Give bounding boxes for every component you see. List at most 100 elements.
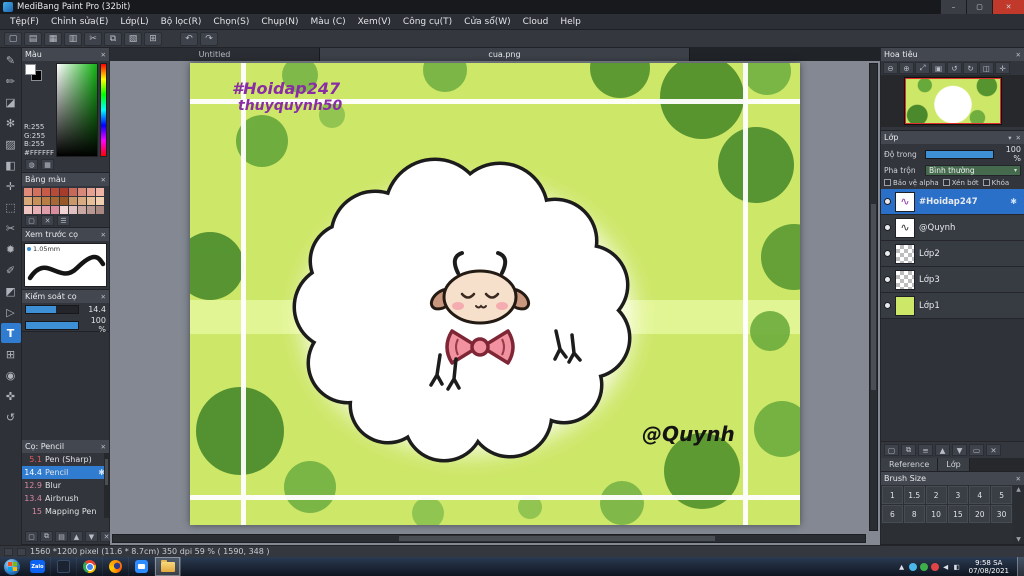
color-swatch[interactable]	[24, 206, 32, 214]
color-swatch[interactable]	[96, 188, 104, 196]
show-hidden-icons-button[interactable]: ▲	[898, 563, 906, 571]
brush-size-cell[interactable]: 6	[882, 505, 903, 523]
zoom-fit-icon[interactable]: ⤢	[915, 62, 930, 74]
vertical-scrollbar[interactable]	[869, 63, 878, 531]
brush-row[interactable]: 5.1 Pen (Sharp)	[22, 453, 109, 466]
clear-layer-button[interactable]: ▭	[969, 444, 984, 456]
color-swatch[interactable]	[33, 197, 41, 205]
pencil-tool[interactable]: ✏	[1, 71, 21, 91]
color-swatch[interactable]	[96, 206, 104, 214]
eyedropper-tool[interactable]: ◉	[1, 365, 21, 385]
divide-tool[interactable]: ⊞	[1, 344, 21, 364]
paste-button[interactable]: ▧	[124, 31, 142, 46]
navigator-thumbnail[interactable]	[903, 77, 1002, 125]
brush-list-scrollbar[interactable]	[104, 453, 109, 518]
tab-untitled[interactable]: Untitled	[110, 48, 320, 61]
close-icon[interactable]: ✕	[101, 443, 106, 451]
layer-visibility-icon[interactable]	[884, 224, 891, 231]
fg-bg-swatches[interactable]	[24, 63, 54, 87]
color-swatch[interactable]	[87, 197, 95, 205]
gradient-tool[interactable]: ◧	[1, 155, 21, 175]
menu-cloud[interactable]: Cloud	[517, 14, 555, 30]
blend-mode-dropdown[interactable]: Bình thường ▾	[925, 165, 1021, 176]
duplicate-brush-button[interactable]: ⧉	[40, 531, 53, 542]
layer-visibility-icon[interactable]	[884, 276, 891, 283]
color-swatch[interactable]	[33, 206, 41, 214]
menu-edit[interactable]: Chỉnh sửa(E)	[45, 14, 114, 30]
select-eraser-tool[interactable]: ◩	[1, 281, 21, 301]
close-icon[interactable]: ✕	[101, 231, 106, 239]
delete-layer-button[interactable]: ✕	[986, 444, 1001, 456]
rotate-left-icon[interactable]: ↺	[947, 62, 962, 74]
menu-tools[interactable]: Công cụ(T)	[397, 14, 458, 30]
color-swatch[interactable]	[24, 197, 32, 205]
tray-app-teal-icon[interactable]	[908, 562, 917, 571]
flip-icon[interactable]: ◫	[979, 62, 994, 74]
palette-menu-button[interactable]: ☰	[57, 215, 70, 226]
taskbar-app-explorer[interactable]	[155, 557, 181, 576]
open-file-button[interactable]: ▤	[24, 31, 42, 46]
hue-slider[interactable]	[100, 63, 107, 157]
menu-snap[interactable]: Chụp(N)	[255, 14, 304, 30]
menu-layer[interactable]: Lớp(L)	[114, 14, 154, 30]
status-icon[interactable]	[17, 547, 26, 556]
brush-row[interactable]: 15 Mapping Pen	[22, 505, 109, 518]
copy-button[interactable]: ⧉	[104, 31, 122, 46]
brush-size-scrollbar[interactable]: ▲ ▼	[1013, 485, 1024, 544]
color-swatch[interactable]	[42, 206, 50, 214]
menu-select[interactable]: Chọn(S)	[207, 14, 255, 30]
tab-reference[interactable]: Reference	[881, 458, 939, 471]
color-swatch[interactable]	[78, 206, 86, 214]
close-button[interactable]: ✕	[992, 0, 1024, 14]
brush-size-cell[interactable]: 30	[991, 505, 1012, 523]
tab-cua-png[interactable]: cua.png	[320, 48, 690, 61]
lock-checkbox[interactable]: Khóa	[982, 179, 1009, 187]
layer-up-button[interactable]: ▲	[935, 444, 950, 456]
brush-row[interactable]: 13.4 Airbrush	[22, 492, 109, 505]
layer-row-lop1[interactable]: Lớp1	[881, 293, 1024, 319]
scroll-down-icon[interactable]: ▼	[1016, 536, 1021, 543]
alpha-lock-checkbox[interactable]: Bảo vệ alpha	[884, 179, 939, 187]
tray-network-icon[interactable]: ◧	[953, 563, 961, 571]
delete-color-button[interactable]: ✕	[41, 215, 54, 226]
lasso-tool[interactable]: ✂	[1, 218, 21, 238]
brush-opacity-slider[interactable]	[25, 320, 79, 330]
brush-size-cell[interactable]: 5	[991, 486, 1012, 504]
operation-tool[interactable]: ▷	[1, 302, 21, 322]
brush-size-slider[interactable]	[25, 305, 79, 314]
layer-row-hoidap247[interactable]: ∿ #Hoidap247 ✱	[881, 189, 1024, 215]
taskbar-app-zalo[interactable]: Zalo	[25, 557, 51, 576]
menu-filter[interactable]: Bộ lọc(R)	[155, 14, 208, 30]
status-icon[interactable]	[4, 547, 13, 556]
color-swatch[interactable]	[24, 188, 32, 196]
color-swatch[interactable]	[51, 188, 59, 196]
rotate-right-icon[interactable]: ↻	[963, 62, 978, 74]
color-swatch[interactable]	[51, 206, 59, 214]
cut-button[interactable]: ✂	[84, 31, 102, 46]
taskbar-clock[interactable]: 9:58 SA 07/08/2021	[964, 559, 1014, 575]
layer-row-quynh[interactable]: ∿ @Quynh	[881, 215, 1024, 241]
color-grid-toggle-icon[interactable]: ▦	[41, 159, 54, 170]
tray-app-red-icon[interactable]	[930, 562, 939, 571]
pen-tool[interactable]: ✎	[1, 50, 21, 70]
scroll-up-icon[interactable]: ▲	[1016, 486, 1021, 493]
add-brush-button[interactable]: ▢	[25, 531, 38, 542]
close-icon[interactable]: ✕	[101, 176, 106, 184]
layer-visibility-icon[interactable]	[884, 198, 891, 205]
color-swatch[interactable]	[78, 197, 86, 205]
close-icon[interactable]: ✕	[101, 51, 106, 59]
close-icon[interactable]: ✕	[1016, 51, 1021, 59]
color-swatch[interactable]	[69, 197, 77, 205]
brush-size-cell[interactable]: 15	[947, 505, 969, 523]
select-tool[interactable]: ⬚	[1, 197, 21, 217]
tray-app-green-icon[interactable]	[919, 562, 928, 571]
taskbar-app-zoom[interactable]	[129, 557, 155, 576]
save-button[interactable]: ▦	[44, 31, 62, 46]
menu-window[interactable]: Cửa sổ(W)	[458, 14, 516, 30]
merge-layer-button[interactable]: ≡	[918, 444, 933, 456]
brush-size-cell[interactable]: 1.5	[903, 486, 925, 504]
menu-help[interactable]: Help	[554, 14, 587, 30]
layer-down-button[interactable]: ▼	[952, 444, 967, 456]
color-swatch[interactable]	[87, 206, 95, 214]
color-swatch[interactable]	[96, 197, 104, 205]
